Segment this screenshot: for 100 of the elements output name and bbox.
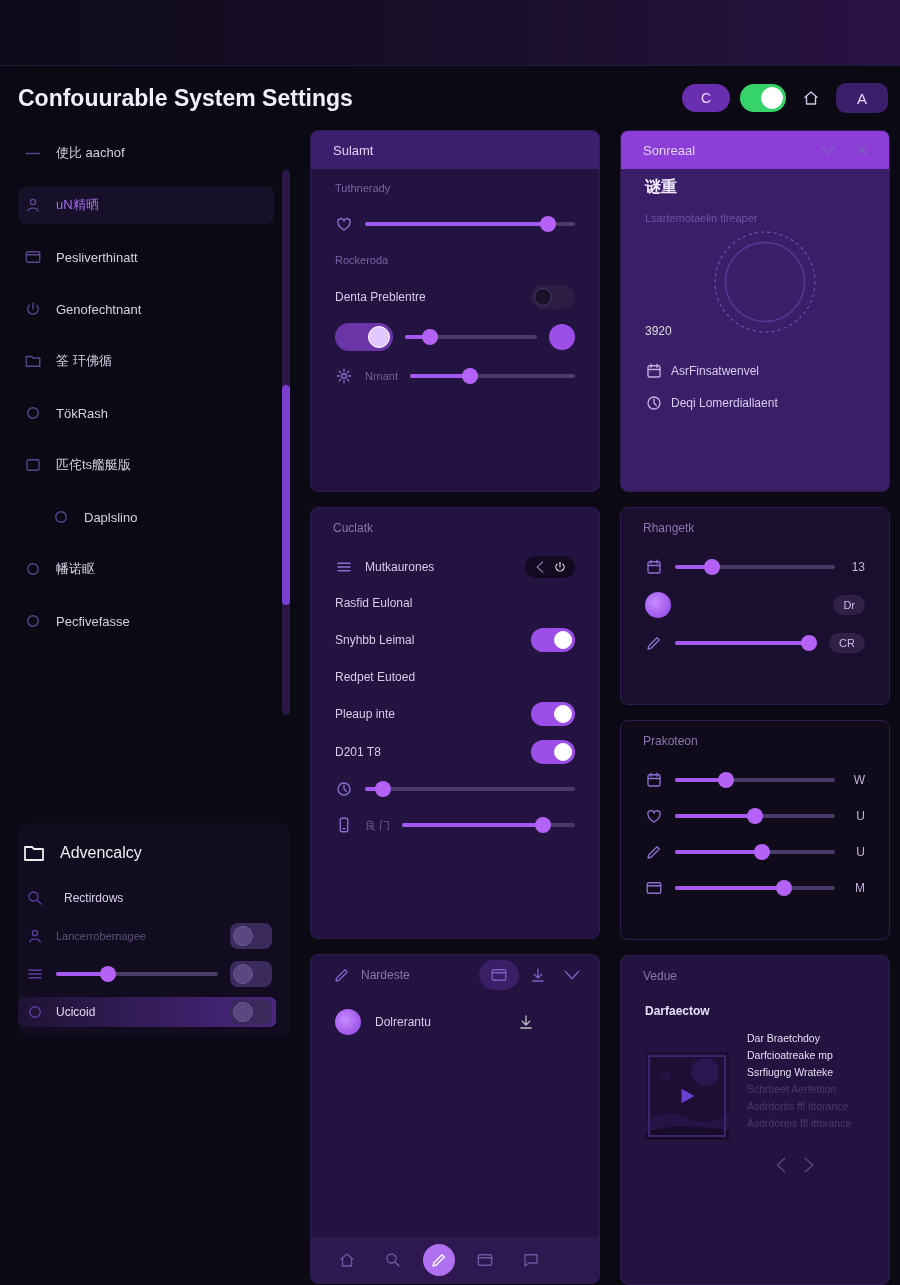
slider-thumb[interactable] [747,808,763,824]
row-label: D201 T8 [335,745,382,759]
segmented-control[interactable] [525,556,575,578]
panel-title: Sulamt [333,142,375,158]
description-line: Dar Braetchdoy [747,1032,821,1044]
slider-thumb[interactable] [99,966,116,982]
status-link[interactable]: Deqi Lomerdiallaent [645,394,865,412]
round-button[interactable] [549,324,575,350]
slider-thumb[interactable] [539,216,556,232]
slider[interactable] [675,880,835,896]
slider-value: M [854,881,865,895]
window-icon [645,879,663,897]
edit-icon [645,634,663,652]
row-label: Redpet Eutoed [335,670,417,684]
edit-icon [430,1251,448,1269]
toggle-switch[interactable] [531,702,575,726]
row-label: Lancerrobernagee [56,930,147,942]
section-label: Tuthnerady [335,182,391,194]
slider[interactable] [675,559,835,575]
sidebar-item[interactable]: 幡诺眍 [18,550,274,588]
avatar-button[interactable]: A [836,83,888,113]
row-label: Snyhbb Leimal [335,633,416,647]
toolbar-button[interactable] [479,960,519,990]
slider[interactable] [675,635,818,651]
section-label: Rockeroda [335,254,389,266]
slider-thumb[interactable] [801,635,818,651]
sidebar-item[interactable]: Pesliverthinatt [18,238,274,276]
power-icon [553,560,567,574]
slider-thumb[interactable] [754,844,771,860]
chip-button[interactable]: C [682,84,730,112]
toggle-switch[interactable] [230,923,272,949]
slider-thumb[interactable] [718,772,735,788]
sidebar-item[interactable]: 筌 玕佛循 [18,342,274,380]
slider-thumb[interactable] [703,559,720,575]
slider-thumb[interactable] [374,781,391,797]
clock-icon [335,780,353,798]
slider[interactable] [402,817,575,833]
slider[interactable] [405,329,537,345]
slider[interactable] [365,781,575,797]
download-icon [517,1013,535,1031]
row-label: Rasfid Eulonal [335,596,414,610]
window-icon [24,248,42,266]
card-title: Advencalcy [60,844,142,862]
panel-title: Cuclatk [333,521,374,535]
slider[interactable] [675,808,835,824]
slider[interactable] [675,844,835,860]
toggle-switch[interactable] [230,999,272,1025]
panel-title: Prakoteon [643,734,699,748]
circle-icon [24,404,42,422]
sidebar-item[interactable]: 使比 aachof [18,134,274,172]
sidebar-item[interactable]: TökRash [18,394,274,432]
square-icon [24,456,42,474]
slider-thumb[interactable] [535,817,552,833]
slider[interactable] [410,368,575,384]
row-label: Pleaup inte [335,707,397,721]
settings-row[interactable]: Ucicoid [18,997,276,1027]
gear-icon [335,367,353,385]
scrollbar[interactable] [282,170,290,715]
toggle-switch[interactable] [531,285,575,309]
slider-thumb[interactable] [775,880,792,896]
search-field[interactable]: Rectirdows [56,886,272,910]
slider-thumb[interactable] [462,368,479,384]
sidebar-item[interactable]: uN精晒 [18,186,274,224]
window-icon [490,966,508,984]
toggle-switch[interactable] [335,323,393,351]
edit-icon [333,966,351,984]
slider-label: 良 门 [365,817,391,833]
sidebar-item[interactable]: 匹侘ts艦艇版 [18,446,274,484]
slider[interactable] [675,772,835,788]
sidebar-item[interactable]: Pecfivefasse [18,602,274,640]
toggle-switch[interactable] [531,628,575,652]
toggle-switch[interactable] [740,84,786,112]
search-icon [384,1251,402,1269]
chat-icon [522,1251,540,1269]
slider-thumb[interactable] [422,329,439,345]
sidebar-item[interactable]: Daplslino [18,498,274,536]
edit-icon [645,843,663,861]
slider[interactable] [56,966,218,982]
toggle-switch[interactable] [531,740,575,764]
panel-title: Vedue [643,969,679,983]
nav-button[interactable] [423,1244,455,1276]
slider-label: Nrnant [365,370,399,382]
segment-button[interactable] [553,560,567,574]
row-label: Mutkaurones [365,560,436,574]
toggle-switch[interactable] [230,961,272,987]
slider[interactable] [365,216,575,232]
home-icon [802,89,820,107]
status-link[interactable]: AsrFinsatwenvel [645,362,865,380]
settings-row[interactable]: Rectirdows [18,883,276,913]
round-icon [645,592,671,618]
avatar-icon [335,1009,361,1035]
calendar-icon [645,362,663,380]
dash-icon [24,151,42,155]
sidebar-item[interactable]: Genofechtnant [18,290,274,328]
slider-value: U [855,845,865,859]
calendar-icon [645,771,663,789]
list-item[interactable]: Dolrerantu [375,1015,503,1029]
person-icon [24,196,42,214]
window-title: Confouurable System Settings [18,84,353,112]
heart-icon [335,215,353,233]
